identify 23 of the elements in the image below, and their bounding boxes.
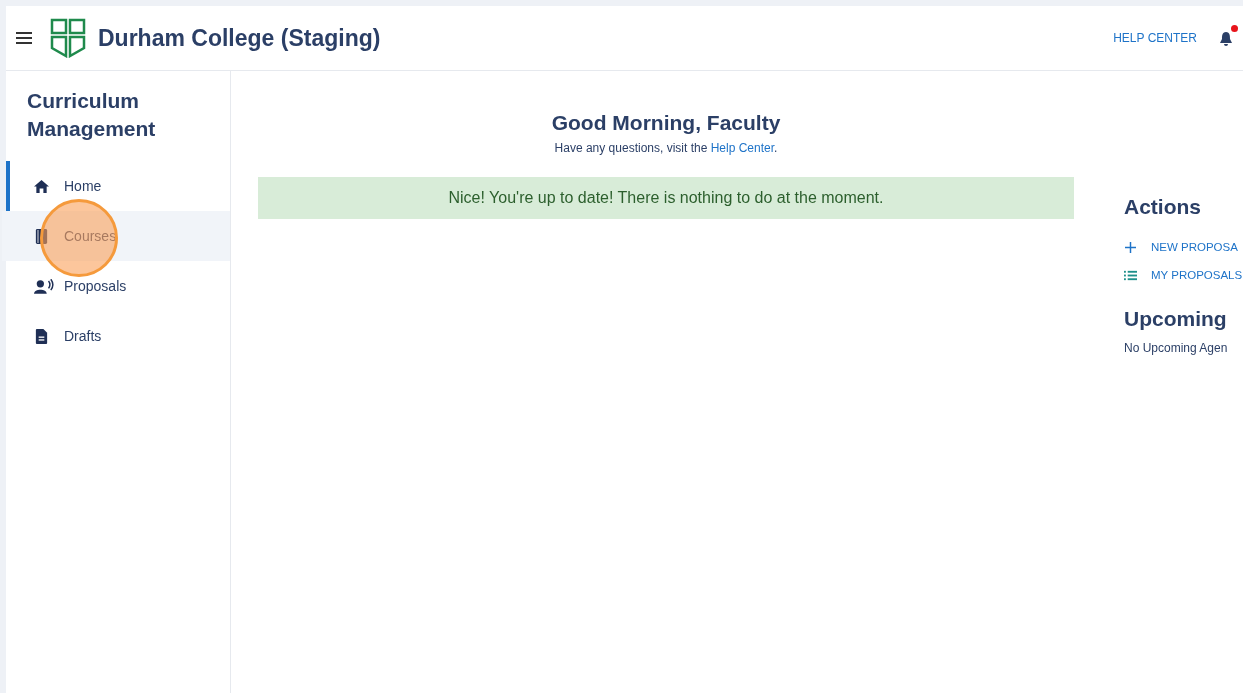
help-center-link[interactable]: Help Center: [710, 141, 775, 155]
sidebar-item[interactable]: Drafts: [2, 311, 230, 361]
shield-logo-icon: [50, 18, 86, 58]
document-icon: [34, 328, 49, 344]
menu-icon[interactable]: [16, 32, 32, 44]
sidebar-title: Curriculum Management: [26, 88, 157, 142]
site-title: Durham College (Staging): [98, 24, 381, 52]
upcoming-heading: Upcoming: [1124, 307, 1228, 331]
status-banner: Nice! You're up to date! There is nothing to do at the moment.: [258, 177, 1074, 219]
book-icon: [34, 228, 49, 244]
sidebar-item[interactable]: Proposals: [2, 261, 230, 311]
list-icon: [1124, 269, 1137, 281]
action-link[interactable]: MY PROPOSALS: [1124, 261, 1243, 289]
speaking-person-icon: [34, 278, 54, 294]
help-sentence: Have any questions, visit the Help Center.: [554, 141, 778, 155]
help-center-link[interactable]: HELP CENTER: [1113, 31, 1197, 45]
actions-heading: Actions: [1124, 195, 1202, 219]
empty-message: No Upcoming Agen: [1124, 341, 1229, 355]
home-icon: [34, 178, 49, 194]
greeting-heading: Good Morning, Faculty: [551, 111, 781, 135]
plus-icon: [1124, 241, 1137, 253]
action-link[interactable]: NEW PROPOSA: [1124, 233, 1243, 261]
bell-icon[interactable]: [1219, 31, 1233, 47]
